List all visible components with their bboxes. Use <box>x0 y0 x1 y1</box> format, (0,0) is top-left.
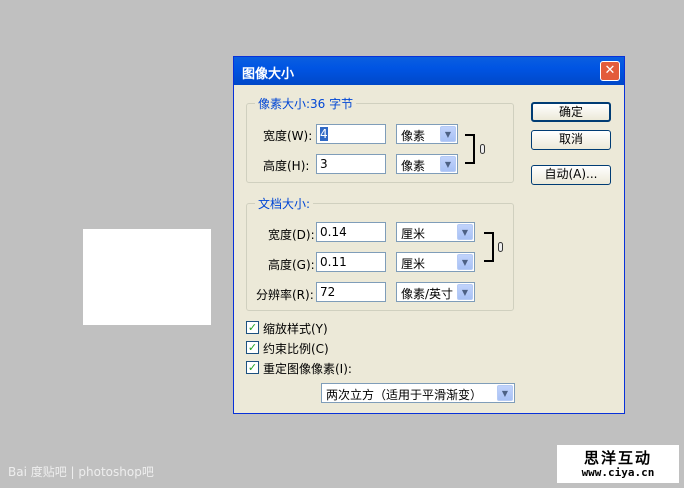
document-size-title: 文档大小: <box>258 197 311 211</box>
scale-styles-checkbox[interactable]: ✓ <box>246 321 259 334</box>
pixel-height-value: 3 <box>320 157 328 171</box>
chevron-down-icon: ▼ <box>457 224 473 240</box>
pixel-width-value: 4 <box>320 127 328 141</box>
pixel-constrain-bracket <box>465 134 475 164</box>
pixel-width-unit-value: 像素 <box>401 129 426 143</box>
doc-width-label: 宽度(D): <box>268 228 315 242</box>
site-logo: 思洋互动 www.ciya.cn <box>557 445 679 483</box>
site-logo-url: www.ciya.cn <box>581 466 655 479</box>
chevron-down-icon: ▼ <box>497 385 513 401</box>
dialog-titlebar[interactable]: 图像大小 ✕ <box>234 57 624 85</box>
baidu-tieba-watermark: Bai 度贴吧 | photoshop吧 <box>8 465 154 479</box>
pixel-height-unit-select[interactable]: 像素 ▼ <box>396 154 458 174</box>
constrain-proportions-label: 约束比例(C) <box>263 342 329 356</box>
doc-width-value: 0.14 <box>320 225 347 239</box>
resample-label: 重定图像像素(I): <box>263 362 352 376</box>
ok-button[interactable]: 确定 <box>531 102 611 122</box>
doc-width-input[interactable]: 0.14 <box>316 222 386 242</box>
resolution-unit-value: 像素/英寸 <box>401 287 454 301</box>
chevron-down-icon: ▼ <box>457 254 473 270</box>
scale-styles-label: 缩放样式(Y) <box>263 322 328 336</box>
pixel-height-unit-value: 像素 <box>401 159 426 173</box>
pixel-dimensions-title: 像素大小:36 字节 <box>258 97 354 111</box>
checkmark-icon: ✓ <box>247 341 258 354</box>
resample-method-value: 两次立方（适用于平滑渐变） <box>326 388 483 402</box>
resample-checkbox[interactable]: ✓ <box>246 361 259 374</box>
checkmark-icon: ✓ <box>247 361 258 374</box>
resolution-label: 分辨率(R): <box>256 288 314 302</box>
pixel-height-input[interactable]: 3 <box>316 154 386 174</box>
doc-width-unit-select[interactable]: 厘米 ▼ <box>396 222 475 242</box>
resolution-input[interactable]: 72 <box>316 282 386 302</box>
doc-constrain-bracket <box>484 232 494 262</box>
doc-height-input[interactable]: 0.11 <box>316 252 386 272</box>
resolution-unit-select[interactable]: 像素/英寸 ▼ <box>396 282 475 302</box>
constrain-proportions-checkbox[interactable]: ✓ <box>246 341 259 354</box>
chain-link-icon <box>498 242 503 252</box>
dialog-title: 图像大小 <box>242 67 295 82</box>
doc-height-value: 0.11 <box>320 255 347 269</box>
pixel-height-label: 高度(H): <box>263 159 310 173</box>
cancel-button[interactable]: 取消 <box>531 130 611 150</box>
pixel-width-input[interactable]: 4 <box>316 124 386 144</box>
close-button[interactable]: ✕ <box>600 61 620 81</box>
chain-link-icon <box>480 144 485 154</box>
resolution-value: 72 <box>320 285 336 299</box>
doc-height-label: 高度(G): <box>268 258 315 272</box>
image-size-dialog: 图像大小 ✕ 像素大小:36 字节 宽度(W): 4 像素 ▼ 高度(H): 3… <box>233 56 625 414</box>
pixel-width-label: 宽度(W): <box>263 129 313 143</box>
pixel-width-unit-select[interactable]: 像素 ▼ <box>396 124 458 144</box>
resample-method-select[interactable]: 两次立方（适用于平滑渐变） ▼ <box>321 383 515 403</box>
chevron-down-icon: ▼ <box>440 156 456 172</box>
site-logo-name: 思洋互动 <box>583 449 652 467</box>
chevron-down-icon: ▼ <box>440 126 456 142</box>
checkmark-icon: ✓ <box>247 321 258 334</box>
auto-button[interactable]: 自动(A)... <box>531 165 611 185</box>
chevron-down-icon: ▼ <box>457 284 473 300</box>
close-icon: ✕ <box>604 63 616 78</box>
doc-height-unit-select[interactable]: 厘米 ▼ <box>396 252 475 272</box>
doc-width-unit-value: 厘米 <box>401 227 426 241</box>
document-canvas <box>83 229 211 325</box>
doc-height-unit-value: 厘米 <box>401 257 426 271</box>
